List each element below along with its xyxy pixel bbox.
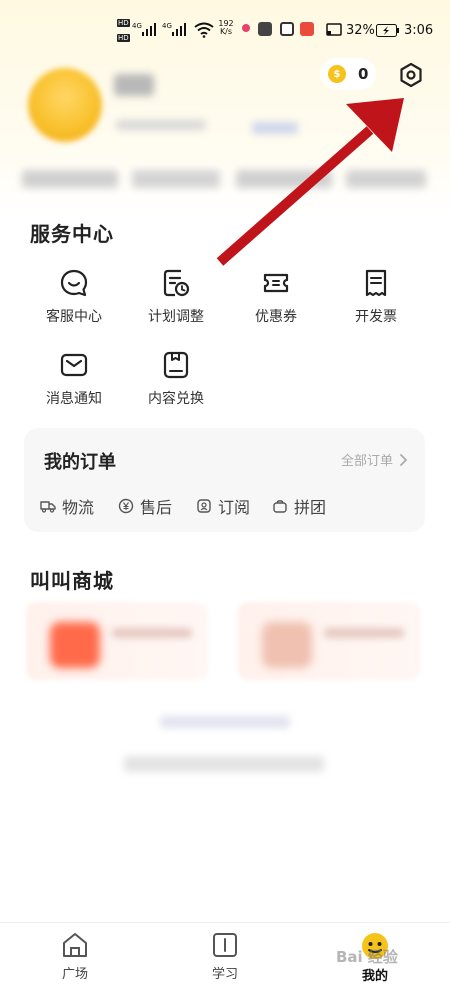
order-logistics[interactable]: 物流 xyxy=(40,494,94,518)
mall-footer-blurred xyxy=(160,716,290,728)
avatar[interactable] xyxy=(28,68,102,142)
wifi-icon xyxy=(194,22,214,38)
settings-icon[interactable] xyxy=(396,60,426,90)
product-image xyxy=(262,622,312,668)
order-after-sales[interactable]: 售后 xyxy=(118,494,172,518)
mall-product-card[interactable] xyxy=(238,602,420,680)
service-label: 消息通知 xyxy=(46,391,102,407)
tab-label: 学习 xyxy=(211,967,238,982)
product-name-blurred xyxy=(324,628,404,638)
coupon-icon xyxy=(263,273,289,293)
service-label: 计划调整 xyxy=(148,309,204,325)
username-blurred xyxy=(114,74,154,96)
service-coupons[interactable]: 优惠券 xyxy=(226,268,326,326)
tab-label: 我的 xyxy=(361,969,388,984)
orders-title: 我的订单 xyxy=(44,452,116,473)
notification-dot-icon xyxy=(242,24,250,32)
mall-footer-blurred-2 xyxy=(124,756,324,772)
mall-product-card[interactable] xyxy=(26,602,208,680)
battery-percent: 32% xyxy=(346,23,375,38)
home-icon xyxy=(63,933,87,957)
cast-icon xyxy=(326,23,342,36)
clock: 3:06 xyxy=(404,23,434,38)
all-orders-link[interactable]: 全部订单 xyxy=(341,450,409,469)
service-label: 客服中心 xyxy=(46,309,102,325)
tab-learn[interactable]: 学习 xyxy=(185,931,265,982)
service-customer-support[interactable]: 客服中心 xyxy=(24,268,124,326)
stat-blurred-2 xyxy=(132,170,220,188)
order-item-label: 拼团 xyxy=(294,498,327,517)
invoice-icon xyxy=(365,269,387,297)
stat-blurred-4 xyxy=(346,170,426,188)
app-notification-icon-2 xyxy=(280,22,294,36)
tab-label: 广场 xyxy=(61,967,88,982)
coin-icon: $ xyxy=(328,65,346,83)
mall-title: 叫叫商城 xyxy=(30,569,114,593)
network-speed-unit: K/s xyxy=(219,27,233,36)
yuan-icon xyxy=(118,498,134,514)
plan-schedule-icon xyxy=(163,269,190,297)
chevron-right-icon xyxy=(400,453,407,466)
service-label: 开发票 xyxy=(355,309,397,325)
user-info-blurred xyxy=(116,120,206,130)
stat-blurred-3 xyxy=(236,170,332,188)
coin-count: 0 xyxy=(358,65,369,83)
svg-text:4G: 4G xyxy=(132,22,142,30)
service-invoice[interactable]: 开发票 xyxy=(326,268,426,326)
book-icon xyxy=(213,933,237,957)
chat-bubble-icon xyxy=(60,269,88,297)
hd-badge-2: HD xyxy=(117,34,130,42)
user-tag-blurred xyxy=(252,122,298,134)
status-bar: HD HD 4G 4G 192 K/s 32% 3:06 xyxy=(0,14,450,50)
watermark: Bai 经验 xyxy=(336,948,398,966)
stat-blurred-1 xyxy=(22,170,118,188)
service-notifications[interactable]: 消息通知 xyxy=(24,350,124,408)
bag-icon xyxy=(273,500,287,513)
mail-icon xyxy=(60,353,88,377)
app-notification-icon xyxy=(258,22,272,36)
order-subscriptions[interactable]: 订阅 xyxy=(196,494,250,518)
product-name-blurred xyxy=(112,628,192,638)
cellular-signal-icon-2: 4G xyxy=(162,22,186,36)
truck-icon xyxy=(40,501,56,513)
order-group-buy[interactable]: 拼团 xyxy=(272,494,326,518)
network-speed: 192 K/s xyxy=(216,20,236,36)
app-notification-icon-3 xyxy=(300,22,314,36)
tab-square[interactable]: 广场 xyxy=(35,931,115,982)
service-label: 优惠券 xyxy=(255,309,297,325)
all-orders-label: 全部订单 xyxy=(340,454,393,469)
orders-card: 我的订单 全部订单 物流 售后 订阅 拼团 xyxy=(24,428,425,532)
service-label: 内容兑换 xyxy=(148,391,204,407)
order-item-label: 订阅 xyxy=(218,498,251,517)
subscribe-icon xyxy=(197,499,211,513)
svg-text:4G: 4G xyxy=(162,22,172,30)
hd-badge-1: HD xyxy=(117,19,130,27)
battery-icon xyxy=(376,24,399,37)
service-content-exchange[interactable]: 内容兑换 xyxy=(126,350,226,408)
order-item-label: 售后 xyxy=(140,498,173,517)
exchange-icon xyxy=(163,351,189,379)
product-image xyxy=(50,622,100,668)
service-center-title: 服务中心 xyxy=(30,222,114,246)
service-plan-adjust[interactable]: 计划调整 xyxy=(126,268,226,326)
coin-balance[interactable]: $ 0 xyxy=(320,58,376,90)
cellular-signal-icon: 4G xyxy=(132,22,156,36)
order-item-label: 物流 xyxy=(62,498,95,517)
